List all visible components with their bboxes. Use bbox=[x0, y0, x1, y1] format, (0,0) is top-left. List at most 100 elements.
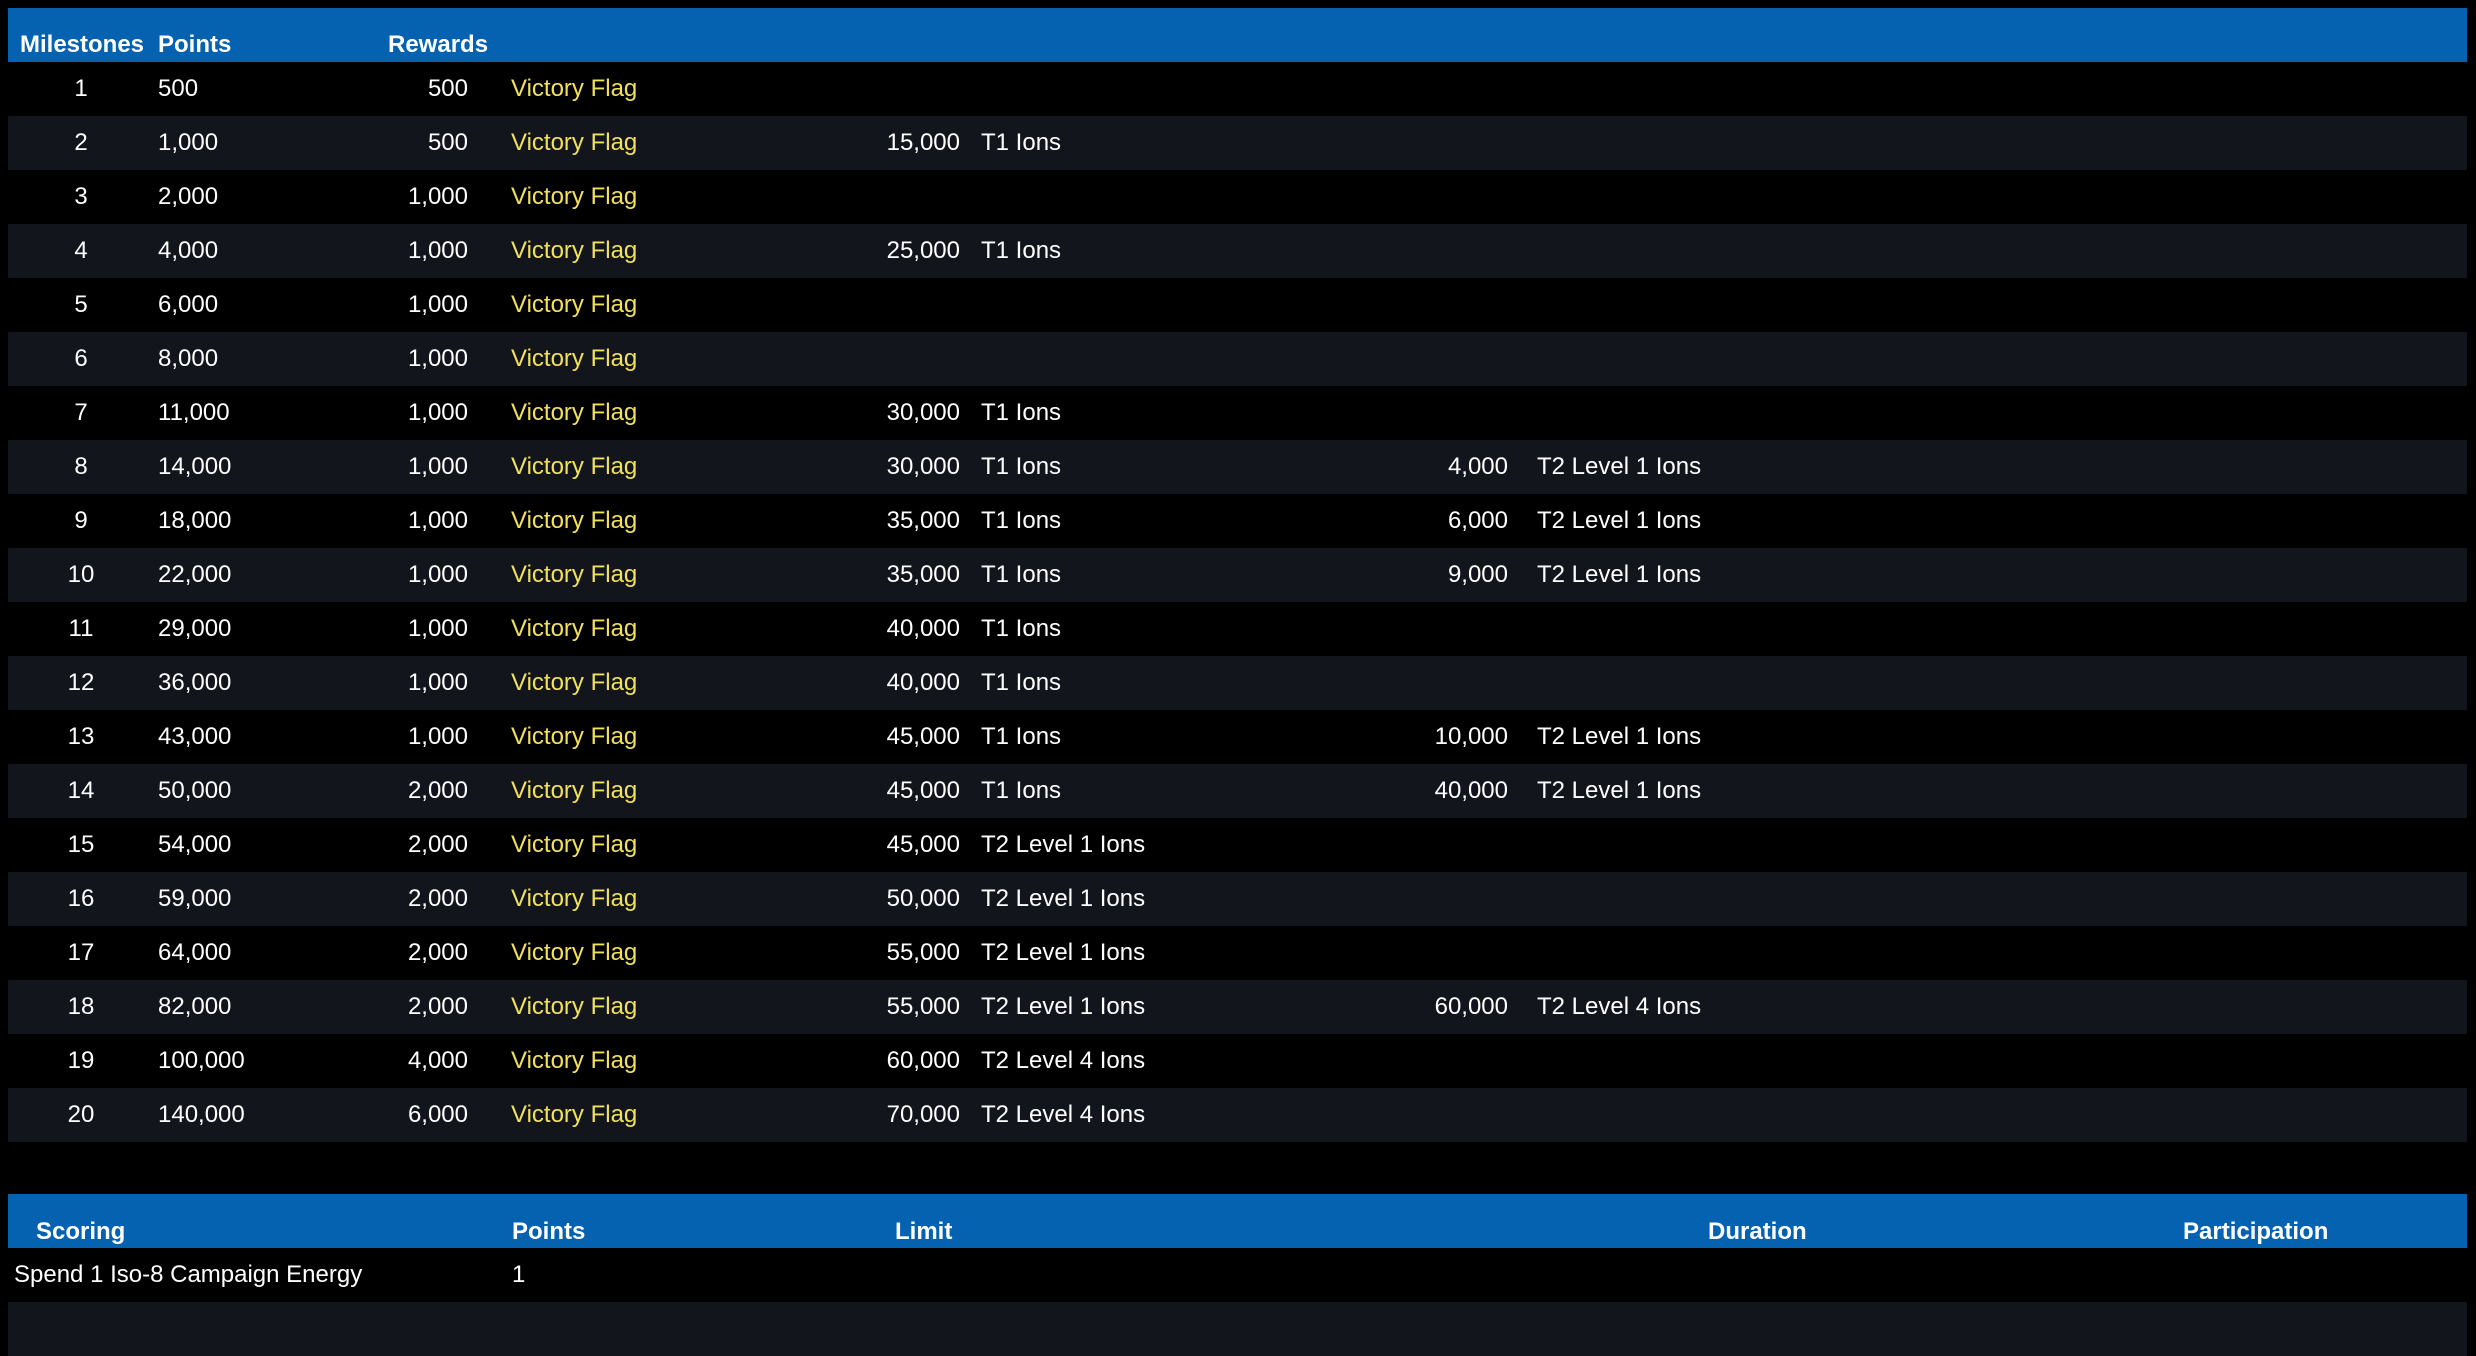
milestone-number: 2 bbox=[74, 129, 88, 156]
reward-amount: 4,000 bbox=[407, 1047, 468, 1074]
reward-2-amount: 45,000 bbox=[886, 777, 960, 804]
reward-amount: 500 bbox=[427, 129, 468, 156]
reward-2-item: T1 Ions bbox=[981, 399, 1062, 426]
reward-amount: 2,000 bbox=[407, 777, 468, 804]
reward-3-amount: 40,000 bbox=[1434, 777, 1508, 804]
table-row: 14 50,000 2,000 Victory Flag 45,000 T1 Ions 40… bbox=[8, 764, 2467, 818]
table-row: 18 82,000 2,000 Victory Flag 55,000 T2 Level … bbox=[8, 980, 2467, 1034]
scoring-rows: Spend 1 Iso-8 Campaign Energy 1 bbox=[8, 1248, 2467, 1356]
reward-amount: 1,000 bbox=[407, 183, 468, 210]
milestone-number: 14 bbox=[67, 777, 95, 804]
scoring-table: Scoring Points Limit Duration Participat… bbox=[8, 1194, 2467, 1356]
reward-2-amount: 55,000 bbox=[886, 939, 960, 966]
reward-item: Victory Flag bbox=[511, 885, 638, 912]
reward-amount: 2,000 bbox=[407, 993, 468, 1020]
reward-item: Victory Flag bbox=[511, 939, 638, 966]
reward-3-item: T2 Level 1 Ions bbox=[1537, 777, 1702, 804]
reward-item: Victory Flag bbox=[511, 453, 638, 480]
reward-item: Victory Flag bbox=[511, 345, 638, 372]
header-participation: Participation bbox=[2183, 1218, 2329, 1245]
table-row: 11 29,000 1,000 Victory Flag 40,000 T1 Ions bbox=[8, 602, 2467, 656]
table-row: 15 54,000 2,000 Victory Flag 45,000 T2 Level … bbox=[8, 818, 2467, 872]
milestone-number: 1 bbox=[74, 75, 88, 102]
reward-2-amount: 30,000 bbox=[886, 453, 960, 480]
reward-item: Victory Flag bbox=[511, 129, 638, 156]
reward-2-item: T2 Level 4 Ions bbox=[981, 1101, 1146, 1128]
milestone-points: 14,000 bbox=[158, 453, 232, 480]
reward-item: Victory Flag bbox=[511, 1047, 638, 1074]
reward-2-item: T2 Level 1 Ions bbox=[981, 885, 1146, 912]
reward-2-amount: 45,000 bbox=[886, 831, 960, 858]
milestone-number: 12 bbox=[67, 669, 95, 696]
table-row: 3 2,000 1,000 Victory Flag bbox=[8, 170, 2467, 224]
header-rewards: Rewards bbox=[388, 31, 489, 58]
milestone-points: 4,000 bbox=[158, 237, 219, 264]
reward-amount: 1,000 bbox=[407, 237, 468, 264]
reward-2-amount: 25,000 bbox=[886, 237, 960, 264]
reward-2-item: T1 Ions bbox=[981, 777, 1062, 804]
reward-amount: 1,000 bbox=[407, 291, 468, 318]
milestone-rows: 1 500 500 Victory Flag 2 1,000 500 Victory Flag… bbox=[8, 62, 2467, 1142]
milestone-points: 50,000 bbox=[158, 777, 232, 804]
milestone-points: 100,000 bbox=[158, 1047, 245, 1074]
milestone-number: 4 bbox=[74, 237, 88, 264]
table-row: Spend 1 Iso-8 Campaign Energy 1 bbox=[8, 1248, 2467, 1302]
milestone-points: 82,000 bbox=[158, 993, 232, 1020]
reward-2-item: T2 Level 1 Ions bbox=[981, 831, 1146, 858]
table-row: 17 64,000 2,000 Victory Flag 55,000 T2 Level … bbox=[8, 926, 2467, 980]
table-row: 13 43,000 1,000 Victory Flag 45,000 T1 Ions 10… bbox=[8, 710, 2467, 764]
milestone-number: 19 bbox=[67, 1047, 95, 1074]
table-row: 12 36,000 1,000 Victory Flag 40,000 T1 Ions bbox=[8, 656, 2467, 710]
reward-2-item: T2 Level 4 Ions bbox=[981, 1047, 1146, 1074]
reward-3-amount: 10,000 bbox=[1434, 723, 1508, 750]
reward-amount: 1,000 bbox=[407, 723, 468, 750]
milestone-number: 18 bbox=[67, 993, 95, 1020]
reward-3-item: T2 Level 1 Ions bbox=[1537, 507, 1702, 534]
milestone-points: 8,000 bbox=[158, 345, 219, 372]
reward-item: Victory Flag bbox=[511, 993, 638, 1020]
milestone-number: 3 bbox=[74, 183, 88, 210]
milestone-points: 11,000 bbox=[158, 399, 230, 426]
reward-item: Victory Flag bbox=[511, 507, 638, 534]
reward-item: Victory Flag bbox=[511, 561, 638, 588]
milestone-points: 2,000 bbox=[158, 183, 219, 210]
reward-2-item: T2 Level 1 Ions bbox=[981, 939, 1146, 966]
reward-2-amount: 55,000 bbox=[886, 993, 960, 1020]
reward-amount: 1,000 bbox=[407, 399, 468, 426]
milestone-number: 16 bbox=[67, 885, 95, 912]
header-milestones: Milestones bbox=[20, 31, 145, 58]
reward-item: Victory Flag bbox=[511, 237, 638, 264]
milestone-points: 22,000 bbox=[158, 561, 232, 588]
reward-amount: 2,000 bbox=[407, 831, 468, 858]
milestone-number: 20 bbox=[67, 1101, 95, 1128]
reward-2-item: T1 Ions bbox=[981, 507, 1062, 534]
scoring-label: Spend 1 Iso-8 Campaign Energy bbox=[14, 1261, 363, 1288]
reward-2-item: T1 Ions bbox=[981, 561, 1062, 588]
table-row: 16 59,000 2,000 Victory Flag 50,000 T2 Level … bbox=[8, 872, 2467, 926]
milestone-number: 5 bbox=[74, 291, 88, 318]
milestone-points: 29,000 bbox=[158, 615, 232, 642]
milestone-points: 6,000 bbox=[158, 291, 219, 318]
reward-amount: 2,000 bbox=[407, 885, 468, 912]
table-row: 6 8,000 1,000 Victory Flag bbox=[8, 332, 2467, 386]
milestone-points: 140,000 bbox=[158, 1101, 245, 1128]
scoring-points: 1 bbox=[512, 1261, 526, 1288]
reward-amount: 1,000 bbox=[407, 453, 468, 480]
milestone-number: 11 bbox=[68, 615, 94, 642]
reward-2-item: T1 Ions bbox=[981, 453, 1062, 480]
header-duration: Duration bbox=[1708, 1218, 1807, 1245]
reward-2-item: T2 Level 1 Ions bbox=[981, 993, 1146, 1020]
reward-item: Victory Flag bbox=[511, 291, 638, 318]
reward-amount: 1,000 bbox=[407, 345, 468, 372]
reward-3-amount: 60,000 bbox=[1434, 993, 1508, 1020]
reward-2-item: T1 Ions bbox=[981, 129, 1062, 156]
reward-amount: 6,000 bbox=[407, 1101, 468, 1128]
reward-2-amount: 15,000 bbox=[886, 129, 960, 156]
reward-2-amount: 45,000 bbox=[886, 723, 960, 750]
table-row: 19 100,000 4,000 Victory Flag 60,000 T2 Level… bbox=[8, 1034, 2467, 1088]
milestone-points: 64,000 bbox=[158, 939, 232, 966]
milestone-number: 9 bbox=[74, 507, 88, 534]
reward-amount: 1,000 bbox=[407, 507, 468, 534]
milestone-number: 17 bbox=[67, 939, 95, 966]
milestone-points: 1,000 bbox=[158, 129, 219, 156]
